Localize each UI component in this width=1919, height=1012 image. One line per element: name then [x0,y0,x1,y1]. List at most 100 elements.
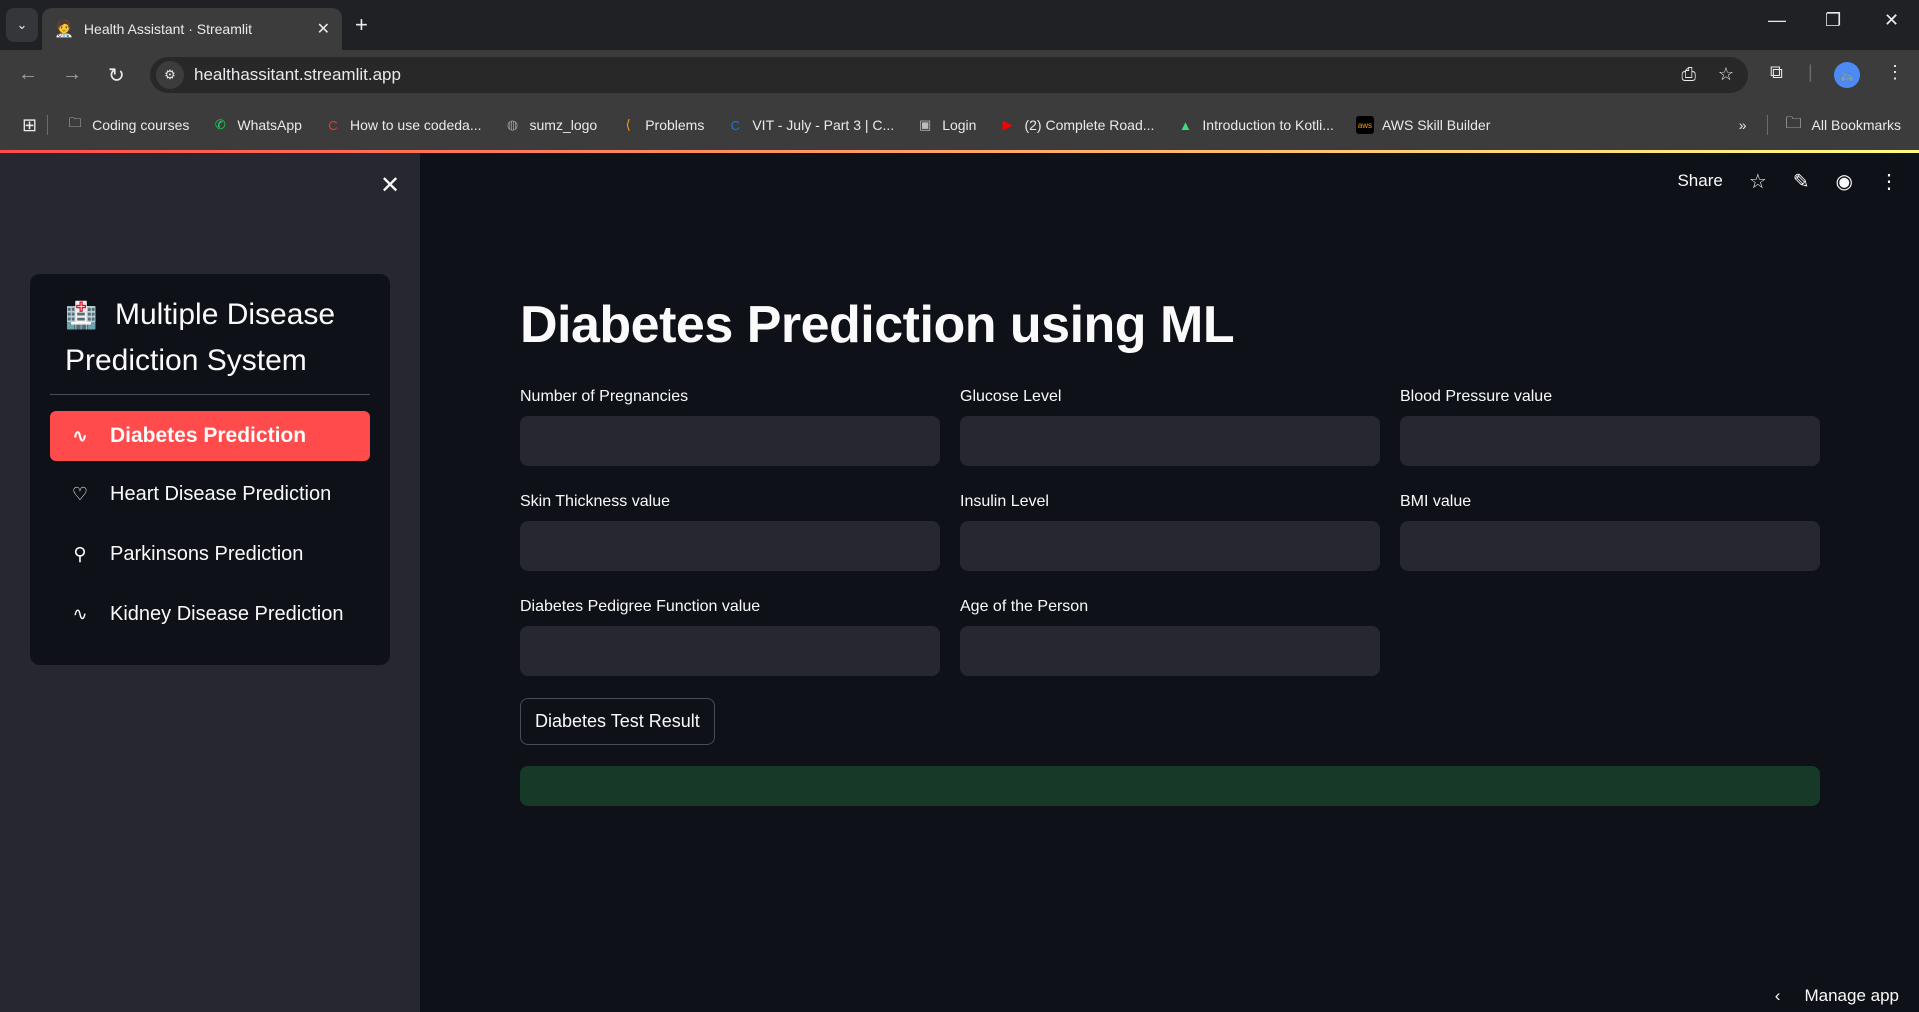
bookmark-label: sumz_logo [529,117,598,133]
hospital-icon: 🏥 [65,300,98,330]
back-icon[interactable]: ← [18,63,38,86]
bookmark-star-icon[interactable]: ☆ [1718,64,1734,85]
whatsapp-icon: ✆ [214,117,226,132]
insulin-level-input[interactable] [960,521,1380,571]
diabetes-test-result-button[interactable]: Diabetes Test Result [520,698,715,745]
field-diabetes-pedigree-function-value: Diabetes Pedigree Function value [520,598,940,676]
bookmarks-bar: ⊞ 🗀 Coding courses ✆ WhatsApp C How to use co… [0,100,1919,150]
activity-icon: ∿ [72,603,88,624]
field-label: BMI value [1400,493,1472,510]
sidebar-item-label: Heart Disease Prediction [110,482,332,505]
bookmark-item[interactable]: ▲ Introduction to Kotli... [1176,116,1334,134]
aws-icon: aws [1355,116,1374,134]
sidebar-item-diabetes-prediction[interactable]: ∿ Diabetes Prediction [50,411,370,461]
page-title: Diabetes Prediction using ML [520,296,1235,354]
leetcode-icon: ⟨ [625,117,631,132]
edit-pencil-icon[interactable]: ✎ [1793,169,1810,194]
close-sidebar-icon[interactable]: ✕ [380,171,400,200]
sidebar-item-heart-disease-prediction[interactable]: ♡ Heart Disease Prediction [50,469,370,519]
menu-title: 🏥 Multiple Disease Prediction System [65,292,365,383]
bookmark-label: (2) Complete Road... [1024,117,1155,133]
close-tab-icon[interactable]: ✕ [317,19,330,39]
bookmark-item[interactable]: ▣ Login [916,116,976,134]
minimize-icon[interactable]: — [1768,10,1786,31]
option-menu: 🏥 Multiple Disease Prediction System ∿ Dia… [30,274,390,665]
activity-icon: ∿ [72,425,88,446]
sidebar-item-label: Diabetes Prediction [110,424,307,447]
bookmark-item[interactable]: 🗀 Coding courses [66,115,190,134]
browser-tab-strip: ⌄ 🧑‍⚕️ Health Assistant · Streamlit ✕ + … [0,0,1919,50]
browser-toolbar: ← → ↻ ⚙ healthassitant.streamlit.app ⎙ ☆… [0,50,1919,100]
chevron-left-icon: ‹ [1774,986,1781,1005]
window-close-icon[interactable]: ✕ [1884,10,1899,31]
heart-icon: ♡ [71,483,89,504]
chevron-down-icon: ⌄ [16,17,28,32]
bmi-value-input[interactable] [1400,521,1820,571]
bookmark-label: VIT - July - Part 3 | C... [752,117,895,133]
bookmark-label: Coding courses [92,117,190,133]
youtube-icon: ▶ [1002,117,1013,132]
main-content: Share ☆ ✎ ◉ ⋮ Diabetes Prediction using … [420,153,1919,1012]
sidebar-item-label: Parkinsons Prediction [110,542,304,565]
star-icon[interactable]: ☆ [1749,169,1767,194]
bookmark-item[interactable]: ◍ sumz_logo [504,116,598,134]
bookmark-item[interactable]: C VIT - July - Part 3 | C... [726,116,895,134]
github-icon[interactable]: ◉ [1836,169,1853,194]
more-bookmarks-icon[interactable]: » [1739,117,1747,133]
skin-thickness-value-input[interactable] [520,521,940,571]
diabetes-pedigree-function-value-input[interactable] [520,626,940,676]
bookmark-label: Problems [645,117,705,133]
age-of-the-person-input[interactable] [960,626,1380,676]
bookmark-label: WhatsApp [237,117,302,133]
bookmark-item[interactable]: ✆ WhatsApp [211,116,302,134]
sidebar-item-kidney-disease-prediction[interactable]: ∿ Kidney Disease Prediction [50,589,370,639]
menu-divider [50,394,370,395]
install-app-icon[interactable]: ⎙ [1681,64,1695,85]
site-info-icon[interactable]: ⚙ [156,61,184,89]
sidebar: ✕ 🏥 Multiple Disease Prediction System ∿ D… [0,153,420,1012]
bookmark-item[interactable]: ⟨ Problems [619,116,705,134]
bookmark-label: Login [942,117,977,133]
manage-app-label: Manage app [1804,986,1899,1005]
result-success-alert [520,766,1820,806]
bookmark-item[interactable]: ▶ (2) Complete Road... [998,116,1154,134]
field-label: Age of the Person [960,598,1089,615]
manage-app-button[interactable]: ‹ Manage app [1775,986,1899,1006]
android-icon: ▲ [1178,117,1192,133]
restore-icon[interactable]: ❐ [1825,10,1841,31]
bookmark-item[interactable]: C How to use codeda... [324,116,482,134]
globe-icon: ◍ [506,117,519,132]
profile-avatar[interactable]: 🚲 [1834,62,1860,88]
field-insulin-level: Insulin Level [960,493,1380,571]
login-icon: ▣ [919,117,932,132]
bookmark-item[interactable]: aws AWS Skill Builder [1355,116,1491,134]
field-blood-pressure-value: Blood Pressure value [1400,388,1820,466]
menu-title-text: Multiple Disease Prediction System [65,298,336,377]
doctor-favicon-icon: 🧑‍⚕️ [54,21,74,38]
new-tab-button[interactable]: + [355,12,368,38]
sidebar-item-parkinsons-prediction[interactable]: ⚲ Parkinsons Prediction [50,529,370,579]
reload-icon[interactable]: ↻ [108,63,125,88]
glucose-level-input[interactable] [960,416,1380,466]
more-options-icon[interactable]: ⋮ [1879,169,1899,194]
field-label: Blood Pressure value [1400,388,1553,405]
toolbar-divider: | [1808,62,1813,82]
browser-tab[interactable]: 🧑‍⚕️ Health Assistant · Streamlit ✕ [42,8,342,50]
apps-icon[interactable]: ⊞ [22,115,37,136]
bookmark-label: How to use codeda... [349,117,482,133]
app-toolbar: Share ☆ ✎ ◉ ⋮ [1677,153,1919,209]
tab-search-button[interactable]: ⌄ [6,8,38,42]
bookmark-label: AWS Skill Builder [1381,117,1491,133]
address-bar[interactable]: ⚙ healthassitant.streamlit.app ⎙ ☆ [150,57,1748,93]
field-label: Glucose Level [960,388,1062,405]
field-skin-thickness-value: Skin Thickness value [520,493,940,571]
all-bookmarks-button[interactable]: 🗀 All Bookmarks [1786,112,1901,139]
share-button[interactable]: Share [1677,171,1722,191]
url-text[interactable]: healthassitant.streamlit.app [194,65,401,85]
number-of-pregnancies-input[interactable] [520,416,940,466]
chrome-menu-icon[interactable]: ⋮ [1886,62,1904,83]
forward-icon[interactable]: → [62,63,82,86]
extensions-icon[interactable]: ⧉ [1770,62,1783,83]
c-circle-icon: C [730,117,741,133]
blood-pressure-value-input[interactable] [1400,416,1820,466]
